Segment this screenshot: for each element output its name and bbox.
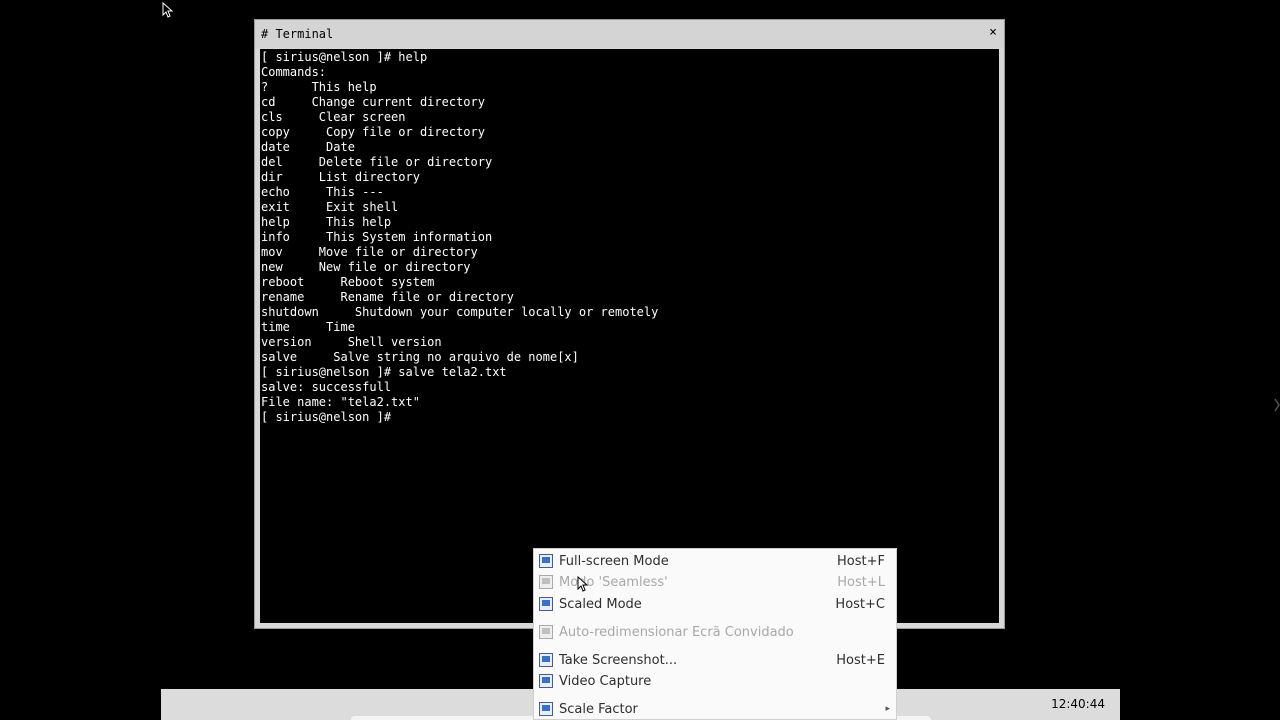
- terminal-line: [ sirius@nelson ]# help: [261, 50, 428, 64]
- terminal-line: cls Clear screen: [261, 110, 406, 124]
- terminal-line: ? This help: [261, 80, 377, 94]
- terminal-line: exit Exit shell: [261, 200, 399, 214]
- menu-item-label: Scale Factor: [559, 701, 638, 717]
- terminal-line: salve: successfull: [261, 380, 392, 394]
- terminal-line: salve Salve string no arquivo de nome[x]: [261, 350, 579, 364]
- terminal-line: File name: "tela2.txt": [261, 395, 420, 409]
- menu-item-scaled[interactable]: Scaled Mode Host+C: [534, 593, 896, 615]
- menu-item-shortcut: Host+F: [837, 553, 885, 569]
- terminal-lines: [ sirius@nelson ]# help Commands:? This h…: [261, 50, 658, 425]
- terminal-titlebar[interactable]: # Terminal ×: [255, 20, 1004, 48]
- terminal-line: version Shell version: [261, 335, 442, 349]
- terminal-line: copy Copy file or directory: [261, 125, 485, 139]
- menu-item-label: Scaled Mode: [559, 596, 642, 612]
- terminal-line: info This System information: [261, 230, 493, 244]
- terminal-line: help This help: [261, 215, 392, 229]
- menu-item-fullscreen[interactable]: Full-screen Mode Host+F: [534, 550, 896, 572]
- terminal-line: reboot Reboot system: [261, 275, 435, 289]
- terminal-line: cd Change current directory: [261, 95, 485, 109]
- terminal-line: echo This ---: [261, 185, 384, 199]
- scale-factor-icon: [539, 702, 553, 716]
- terminal-output[interactable]: [ sirius@nelson ]# help Commands:? This h…: [260, 49, 999, 623]
- screenshot-icon: [539, 653, 553, 667]
- view-context-menu: Full-screen Mode Host+F Modo 'Seamless' Hos…: [533, 548, 897, 720]
- terminal-line: rename Rename file or directory: [261, 290, 514, 304]
- scaled-icon: [539, 597, 553, 611]
- terminal-title: # Terminal: [261, 27, 334, 41]
- terminal-line: mov Move file or directory: [261, 245, 478, 259]
- menu-item-label: Auto-redimensionar Ecrã Convidado: [559, 624, 794, 640]
- menu-item-auto-resize: Auto-redimensionar Ecrã Convidado: [534, 621, 896, 643]
- terminal-line: [ sirius@nelson ]#: [261, 410, 392, 424]
- terminal-line: new New file or directory: [261, 260, 471, 274]
- terminal-window[interactable]: # Terminal × [ sirius@nelson ]# help Comm…: [254, 19, 1005, 629]
- fullscreen-icon: [539, 554, 553, 568]
- mouse-pointer-icon: [162, 2, 174, 18]
- menu-item-label: Video Capture: [559, 673, 652, 689]
- terminal-line: [ sirius@nelson ]# salve tela2.txt: [261, 365, 507, 379]
- menu-item-shortcut: Host+E: [836, 652, 885, 668]
- submenu-arrow-icon: ▸: [885, 704, 890, 714]
- menu-item-shortcut: Host+C: [835, 596, 885, 612]
- close-icon[interactable]: ×: [989, 25, 997, 40]
- edge-arrow-icon: [1274, 398, 1280, 412]
- seamless-icon: [539, 575, 553, 589]
- menu-item-scale-factor[interactable]: Scale Factor ▸: [534, 698, 896, 720]
- terminal-line: time Time: [261, 320, 355, 334]
- menu-item-shortcut: Host+L: [837, 574, 885, 590]
- menu-item-label: Full-screen Mode: [559, 553, 669, 569]
- menu-item-screenshot[interactable]: Take Screenshot... Host+E: [534, 649, 896, 671]
- menu-item-label: Take Screenshot...: [559, 652, 678, 668]
- auto-resize-icon: [539, 625, 553, 639]
- video-capture-icon: [539, 674, 553, 688]
- terminal-line: Commands:: [261, 65, 327, 79]
- mouse-pointer-icon: [577, 576, 589, 592]
- terminal-line: dir List directory: [261, 170, 420, 184]
- terminal-line: del Delete file or directory: [261, 155, 493, 169]
- clock: 12:40:44: [1051, 697, 1105, 711]
- menu-item-video-capture[interactable]: Video Capture: [534, 670, 896, 692]
- terminal-line: shutdown Shutdown your computer locally …: [261, 305, 659, 319]
- menu-item-label: Modo 'Seamless': [559, 574, 668, 590]
- terminal-line: date Date: [261, 140, 355, 154]
